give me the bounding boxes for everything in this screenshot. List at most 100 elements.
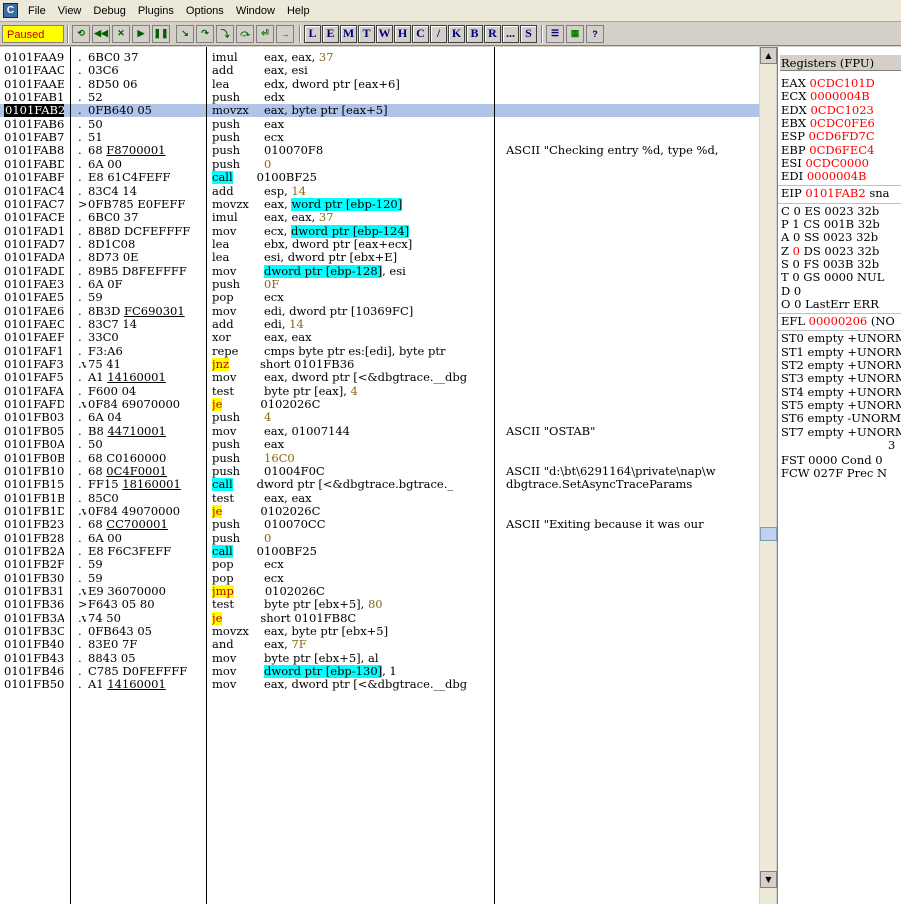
scrollbar-thumb[interactable] [760,527,777,541]
disasm-row[interactable]: 0101FB23. 68 CC700001 push 010070CC ASCII "E… [0,518,759,531]
flag-d[interactable]: D 0 [781,284,801,298]
disasm-row[interactable]: 0101FB1D .v 0F84 49070000 je 0102026C [0,504,759,518]
flag-o[interactable]: O 0 LastErr ERR [781,297,879,311]
disasm-row[interactable]: 0101FB03. 6A 04 push 4 [0,411,759,424]
disasm-row[interactable]: 0101FB2A. E8 F6C3FEFF call 0100BF25 [0,544,759,558]
window-button-r[interactable]: R [484,24,501,43]
flag-p[interactable]: P 1 CS 001B 32b [781,218,880,231]
disasm-row[interactable]: 0101FAEC. 83C7 14 add edi, 14 [0,318,759,331]
window-button-l[interactable]: L [304,24,321,43]
menu-window[interactable]: Window [230,1,281,21]
execute-till-return-icon[interactable]: ⏎ [256,24,274,43]
window-button-b[interactable]: B [466,24,483,43]
window-button-e[interactable]: E [322,24,339,43]
fpu-st7[interactable]: ST7 empty +UNORM [781,425,901,439]
disasm-row[interactable]: 0101FAEF. 33C0 xor eax, eax [0,331,759,344]
disasm-row[interactable]: 0101FAB1. 52 push edx [0,91,759,104]
goto-icon[interactable]: → [276,24,294,43]
flag-c[interactable]: C 0 ES 0023 32b [781,204,879,218]
play-icon[interactable]: ▶ [132,24,150,43]
window-button-t[interactable]: T [358,24,375,43]
appearance-icon[interactable]: ▦ [566,24,584,43]
disasm-row[interactable]: 0101FAB8. 68 F8700001 push 010070F8 ASCII "C… [0,144,759,157]
disasm-row[interactable]: 0101FACE. 6BC0 37 imul eax, eax, 37 [0,211,759,224]
disasm-row[interactable]: 0101FABD. 6A 00 push 0 [0,158,759,171]
flag-a[interactable]: A 0 SS 0023 32b [781,231,878,244]
menu-file[interactable]: File [22,1,52,21]
disasm-row[interactable]: 0101FB1B. 85C0 test eax, eax [0,492,759,505]
window-button-more[interactable]: ... [502,24,519,43]
register-ecx[interactable]: ECX 0000004B [781,90,870,103]
fpu-st5[interactable]: ST5 empty +UNORM [781,398,901,412]
menu-view[interactable]: View [52,1,88,21]
disasm-row[interactable]: 0101FB36 > F643 05 80 test byte ptr [ebx+5],… [0,598,759,611]
menu-debug[interactable]: Debug [87,1,131,21]
register-ebx[interactable]: EBX 0CDC0FE6 [781,116,875,130]
disasm-row[interactable]: 0101FB05. B8 44710001 mov eax, 01007144 ASCI… [0,425,759,438]
register-efl[interactable]: EFL 00000206 (NO [781,315,895,328]
flag-z[interactable]: Z 0 DS 0023 32b [781,244,879,258]
disassembly-pane[interactable]: 0101FAA9. 6BC0 37 imul eax, eax, 37 0101FAAC… [0,47,777,904]
step-over-icon[interactable]: ↷ [196,24,214,43]
disasm-row[interactable]: 0101FB30. 59 pop ecx [0,572,759,585]
disasm-row[interactable]: 0101FB15. FF15 18160001 call dword ptr [<&d… [0,478,759,492]
fpu-control[interactable]: FCW 027F Prec N [781,467,887,480]
register-eax[interactable]: EAX 0CDC101D [781,77,875,90]
window-button-k[interactable]: K [448,24,465,43]
disasm-row[interactable]: 0101FAF3 .v 75 41 jnz short 0101FB36 [0,358,759,372]
flag-t[interactable]: T 0 GS 0000 NUL [781,271,884,284]
window-button-h[interactable]: H [394,24,411,43]
disasm-row[interactable]: 0101FB50. A1 14160001 mov eax, dword ptr [<… [0,678,759,691]
register-esp[interactable]: ESP 0CD6FD7C [781,130,875,143]
scroll-down-icon[interactable]: ▼ [760,871,777,888]
register-edi[interactable]: EDI 0000004B [781,170,867,183]
disasm-row[interactable]: 0101FB0A. 50 push eax [0,438,759,451]
disasm-row[interactable]: 0101FB3C. 0FB643 05 movzx eax, byte ptr [eb… [0,625,759,638]
restart-icon[interactable]: ⟲ [72,24,90,43]
fpu-status[interactable]: FST 0000 Cond 0 [781,454,883,467]
disasm-row[interactable]: 0101FAA9. 6BC0 37 imul eax, eax, 37 [0,51,759,64]
disasm-row[interactable]: 0101FAE6. 8B3D FC690301 mov edi, dword ptr … [0,305,759,318]
disasm-row[interactable]: 0101FADA. 8D73 0E lea esi, dword ptr [ebx+E… [0,251,759,264]
menu-plugins[interactable]: Plugins [132,1,180,21]
step-into-icon[interactable]: ↘ [176,24,194,43]
scroll-up-icon[interactable]: ▲ [760,47,777,64]
register-edx[interactable]: EDX 0CDC1023 [781,103,874,117]
disasm-row[interactable]: 0101FAF1. F3:A6 repe cmps byte ptr es:[edi]… [0,345,759,358]
disassembly-scrollbar[interactable]: ▲ ▼ [759,47,777,904]
window-button-s[interactable]: S [520,24,537,43]
fpu-st0[interactable]: ST0 empty +UNORM [781,332,901,345]
pause-icon[interactable]: ❚❚ [152,24,170,43]
rewind-icon[interactable]: ◀◀ [92,24,110,43]
register-eip[interactable]: EIP 0101FAB2 sna [781,187,890,200]
trace-into-icon[interactable]: ⤵ [216,24,234,43]
disasm-row[interactable]: 0101FADD. 89B5 D8FEFFFF mov dword ptr [ebp-… [0,264,759,278]
registers-title[interactable]: Registers (FPU) [780,55,901,71]
registers-pane[interactable]: Registers (FPU) EAX 0CDC101D ECX 0000004B… [777,47,901,904]
disasm-row[interactable]: 0101FAB6. 50 push eax [0,118,759,131]
window-button-patches[interactable]: / [430,24,447,43]
disasm-row[interactable]: 0101FAAE. 8D50 06 lea edx, dword ptr [eax+6… [0,78,759,91]
fpu-st3[interactable]: ST3 empty +UNORM [781,372,901,385]
window-button-c[interactable]: C [412,24,429,43]
disasm-row[interactable]: 0101FAC7 >0FB785 E0FEFF movzx eax, word ptr… [0,197,759,211]
disasm-row[interactable]: 0101FAC4. 83C4 14 add esp, 14 [0,185,759,198]
disasm-row[interactable]: 0101FAD7. 8D1C08 lea ebx, dword ptr [eax+ec… [0,238,759,251]
disasm-row[interactable]: 0101FAFA. F600 04 test byte ptr [eax], 4 [0,385,759,398]
fpu-st2[interactable]: ST2 empty +UNORM [781,359,901,372]
close-icon[interactable]: ✕ [112,24,130,43]
disasm-row[interactable]: 0101FB0B. 68 C0160000 push 16C0 [0,452,759,465]
flag-s[interactable]: S 0 FS 003B 32b [781,257,879,271]
disasm-row[interactable]: 0101FAB7. 51 push ecx [0,131,759,144]
disasm-row[interactable]: 0101FB28. 6A 00 push 0 [0,532,759,545]
disasm-row[interactable]: 0101FAAC. 03C6 add eax, esi [0,64,759,77]
disasm-row[interactable]: 0101FAE3. 6A 0F push 0F [0,278,759,291]
disasm-row[interactable]: 0101FAD1. 8B8D DCFEFFFF mov ecx, dword ptr … [0,224,759,238]
disasm-row[interactable]: 0101FAFD .v 0F84 69070000 je 0102026C [0,398,759,412]
disasm-row[interactable]: 0101FB10. 68 0C4F0001 push 01004F0C ASCII "d… [0,465,759,478]
window-button-m[interactable]: M [340,24,357,43]
disasm-row[interactable]: 0101FB2F. 59 pop ecx [0,558,759,571]
disasm-row[interactable]: 0101FB46. C785 D0FEFFFF mov dword ptr [ebp-… [0,665,759,679]
disasm-row[interactable]: 0101FAE5. 59 pop ecx [0,291,759,304]
disasm-row[interactable]: 0101FABF. E8 61C4FEFF call 0100BF25 [0,171,759,185]
